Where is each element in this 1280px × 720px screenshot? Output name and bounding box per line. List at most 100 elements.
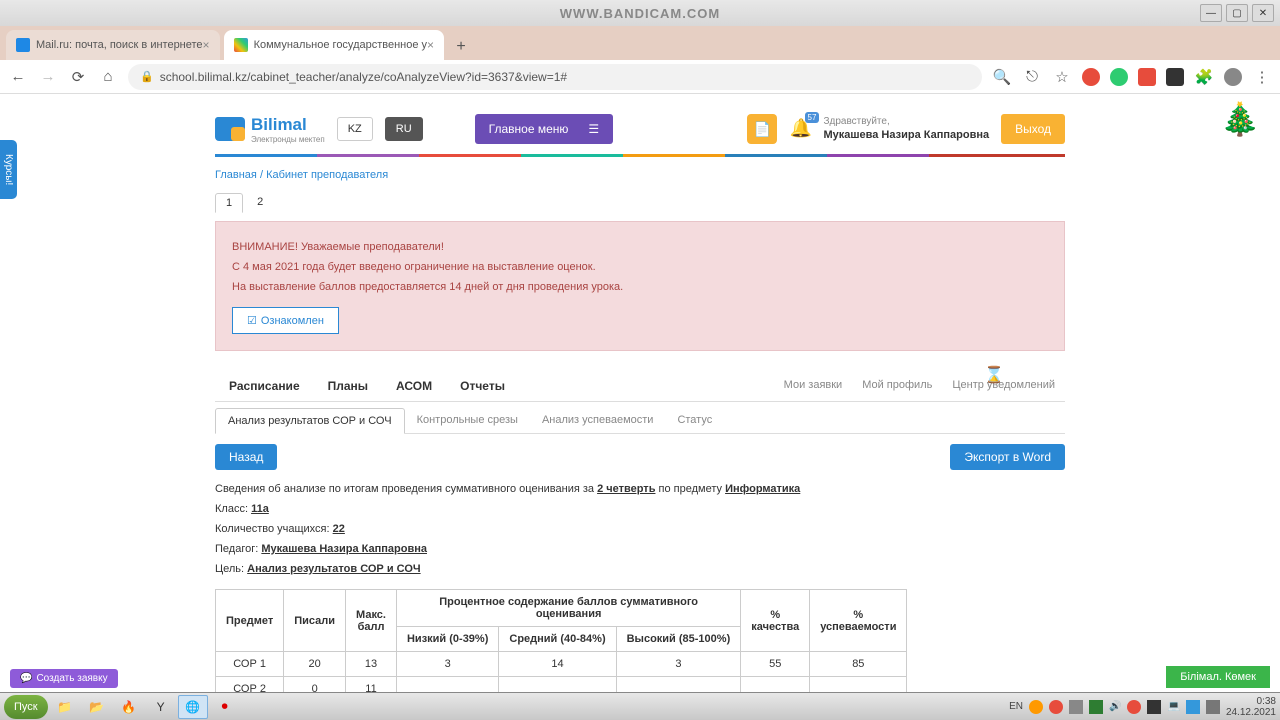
new-tab-button[interactable]: +: [448, 34, 474, 60]
tray-icon[interactable]: [1127, 700, 1141, 714]
minimize-button[interactable]: —: [1200, 4, 1222, 22]
username: Мукашева Назира Каппаровна: [823, 129, 989, 141]
system-tray: EN 🔊 💻 0:38 24.12.2021: [1009, 696, 1276, 718]
greeting: Здравствуйте,: [823, 115, 989, 128]
main-tabs: Расписание Планы АСОМ Отчеты Мои заявки …: [215, 371, 1065, 402]
task-chrome-icon[interactable]: 🌐: [178, 695, 208, 719]
back-button[interactable]: Назад: [215, 444, 277, 470]
start-button[interactable]: Пуск: [4, 695, 48, 719]
tray-icon[interactable]: [1186, 700, 1200, 714]
reload-icon[interactable]: ⟳: [68, 67, 88, 87]
share-icon[interactable]: ⎋: [1022, 67, 1042, 87]
action-row: Назад Экспорт в Word: [215, 444, 1065, 470]
user-info: Здравствуйте, Мукашева Назира Каппаровна: [823, 115, 989, 142]
table-row: СОР 1201331435585: [216, 652, 907, 677]
mini-tab-1[interactable]: 1: [215, 193, 243, 213]
close-icon[interactable]: ×: [427, 38, 434, 52]
star-icon[interactable]: ☆: [1052, 67, 1072, 87]
subtab-analysis[interactable]: Анализ результатов СОР и СОЧ: [215, 408, 405, 434]
search-icon[interactable]: 🔍: [992, 67, 1012, 87]
logout-button[interactable]: Выход: [1001, 114, 1065, 144]
browser-tab-active[interactable]: Коммунальное государственное у ×: [224, 30, 445, 60]
students-count: 22: [333, 523, 345, 535]
th-success: % успеваемости: [810, 590, 907, 652]
url-input[interactable]: 🔒 school.bilimal.kz/cabinet_teacher/anal…: [128, 64, 982, 90]
tab-plans[interactable]: Планы: [314, 371, 382, 401]
alert-line: На выставление баллов предоставляется 14…: [232, 278, 1048, 298]
th-mid: Средний (40-84%): [499, 627, 616, 652]
task-yandex-icon[interactable]: Y: [146, 695, 176, 719]
help-button[interactable]: Білімал. Көмек: [1166, 666, 1270, 688]
tray-icon[interactable]: [1206, 700, 1220, 714]
ext-icon[interactable]: [1082, 68, 1100, 86]
teacher-name: Мукашева Назира Каппаровна: [261, 543, 427, 555]
tab-reports[interactable]: Отчеты: [446, 371, 519, 401]
home-icon[interactable]: ⌂: [98, 67, 118, 87]
url-text: school.bilimal.kz/cabinet_teacher/analyz…: [160, 70, 567, 84]
tab-asom[interactable]: АСОМ: [382, 371, 446, 401]
th-quality: % качества: [741, 590, 810, 652]
ext-icon[interactable]: [1166, 68, 1184, 86]
task-folder-icon[interactable]: 📂: [82, 695, 112, 719]
quarter-link[interactable]: 2 четверть: [597, 483, 655, 495]
site-header: Bilimal Электронды мектеп KZ RU Главное …: [215, 104, 1065, 154]
menu-icon[interactable]: ⋮: [1252, 67, 1272, 87]
tab-title: Коммунальное государственное у: [254, 39, 427, 51]
alert-line: С 4 мая 2021 года будет введено ограниче…: [232, 258, 1048, 278]
forward-icon[interactable]: →: [38, 67, 58, 87]
browser-tab[interactable]: Mail.ru: почта, поиск в интернете ×: [6, 30, 220, 60]
main-menu-button[interactable]: Главное меню ☰: [475, 114, 614, 144]
page-content: Bilimal Электронды мектеп KZ RU Главное …: [0, 94, 1280, 692]
tab-schedule[interactable]: Расписание: [215, 371, 314, 401]
close-button[interactable]: ✕: [1252, 4, 1274, 22]
task-explorer-icon[interactable]: 📁: [50, 695, 80, 719]
mini-tab-2[interactable]: 2: [247, 193, 273, 213]
link-requests[interactable]: Мои заявки: [774, 371, 853, 401]
check-icon: ☑: [247, 314, 257, 327]
breadcrumb-home[interactable]: Главная: [215, 169, 257, 181]
tray-icon[interactable]: [1029, 700, 1043, 714]
clock[interactable]: 0:38 24.12.2021: [1226, 696, 1276, 718]
ext-icon[interactable]: [1138, 68, 1156, 86]
acknowledge-button[interactable]: ☑ Ознакомлен: [232, 307, 339, 334]
subtab-status[interactable]: Статус: [665, 408, 724, 433]
link-profile[interactable]: Мой профиль: [852, 371, 942, 401]
maximize-button[interactable]: ▢: [1226, 4, 1248, 22]
th-percent: Процентное содержание баллов суммативног…: [396, 590, 740, 627]
tray-icon[interactable]: [1147, 700, 1161, 714]
task-firefox-icon[interactable]: 🔥: [114, 695, 144, 719]
puzzle-icon[interactable]: 🧩: [1194, 67, 1214, 87]
lang-indicator[interactable]: EN: [1009, 701, 1023, 712]
subtab-control[interactable]: Контрольные срезы: [405, 408, 530, 433]
tab-title: Mail.ru: почта, поиск в интернете: [36, 39, 203, 51]
logo-icon: [215, 117, 245, 141]
alert-line: ВНИМАНИЕ! Уважаемые преподаватели!: [232, 238, 1048, 258]
subject-link[interactable]: Информатика: [725, 483, 800, 495]
ext-icon[interactable]: [1110, 68, 1128, 86]
avatar-icon[interactable]: [1224, 68, 1242, 86]
task-record-icon[interactable]: ⏺: [210, 695, 240, 719]
lang-ru-button[interactable]: RU: [385, 117, 423, 141]
notification-bell[interactable]: 🔔 57: [789, 118, 811, 140]
subtab-performance[interactable]: Анализ успеваемости: [530, 408, 665, 433]
table-header-row: Предмет Писали Макс. балл Процентное сод…: [216, 590, 907, 627]
tray-icon[interactable]: [1069, 700, 1083, 714]
create-request-button[interactable]: 💬 Создать заявку: [10, 669, 118, 688]
tray-icon[interactable]: [1049, 700, 1063, 714]
results-table: Предмет Писали Макс. балл Процентное сод…: [215, 589, 907, 692]
class-value: 11а: [251, 503, 269, 515]
breadcrumb-current[interactable]: Кабинет преподавателя: [266, 169, 388, 181]
logo[interactable]: Bilimal Электронды мектеп: [215, 115, 325, 144]
side-courses-tab[interactable]: Курсы!: [0, 140, 17, 199]
info-block: Сведения об анализе по итогам проведения…: [215, 480, 1065, 579]
export-word-button[interactable]: Экспорт в Word: [950, 444, 1065, 470]
lang-kz-button[interactable]: KZ: [337, 117, 373, 141]
document-icon[interactable]: 📄: [747, 114, 777, 144]
link-notifications[interactable]: Центр уведомлений: [942, 371, 1065, 401]
back-icon[interactable]: ←: [8, 67, 28, 87]
volume-icon[interactable]: 🔊: [1109, 701, 1121, 712]
tray-icon[interactable]: [1089, 700, 1103, 714]
close-icon[interactable]: ×: [203, 38, 210, 52]
network-icon[interactable]: 💻: [1167, 701, 1179, 712]
logo-subtitle: Электронды мектеп: [251, 135, 325, 144]
